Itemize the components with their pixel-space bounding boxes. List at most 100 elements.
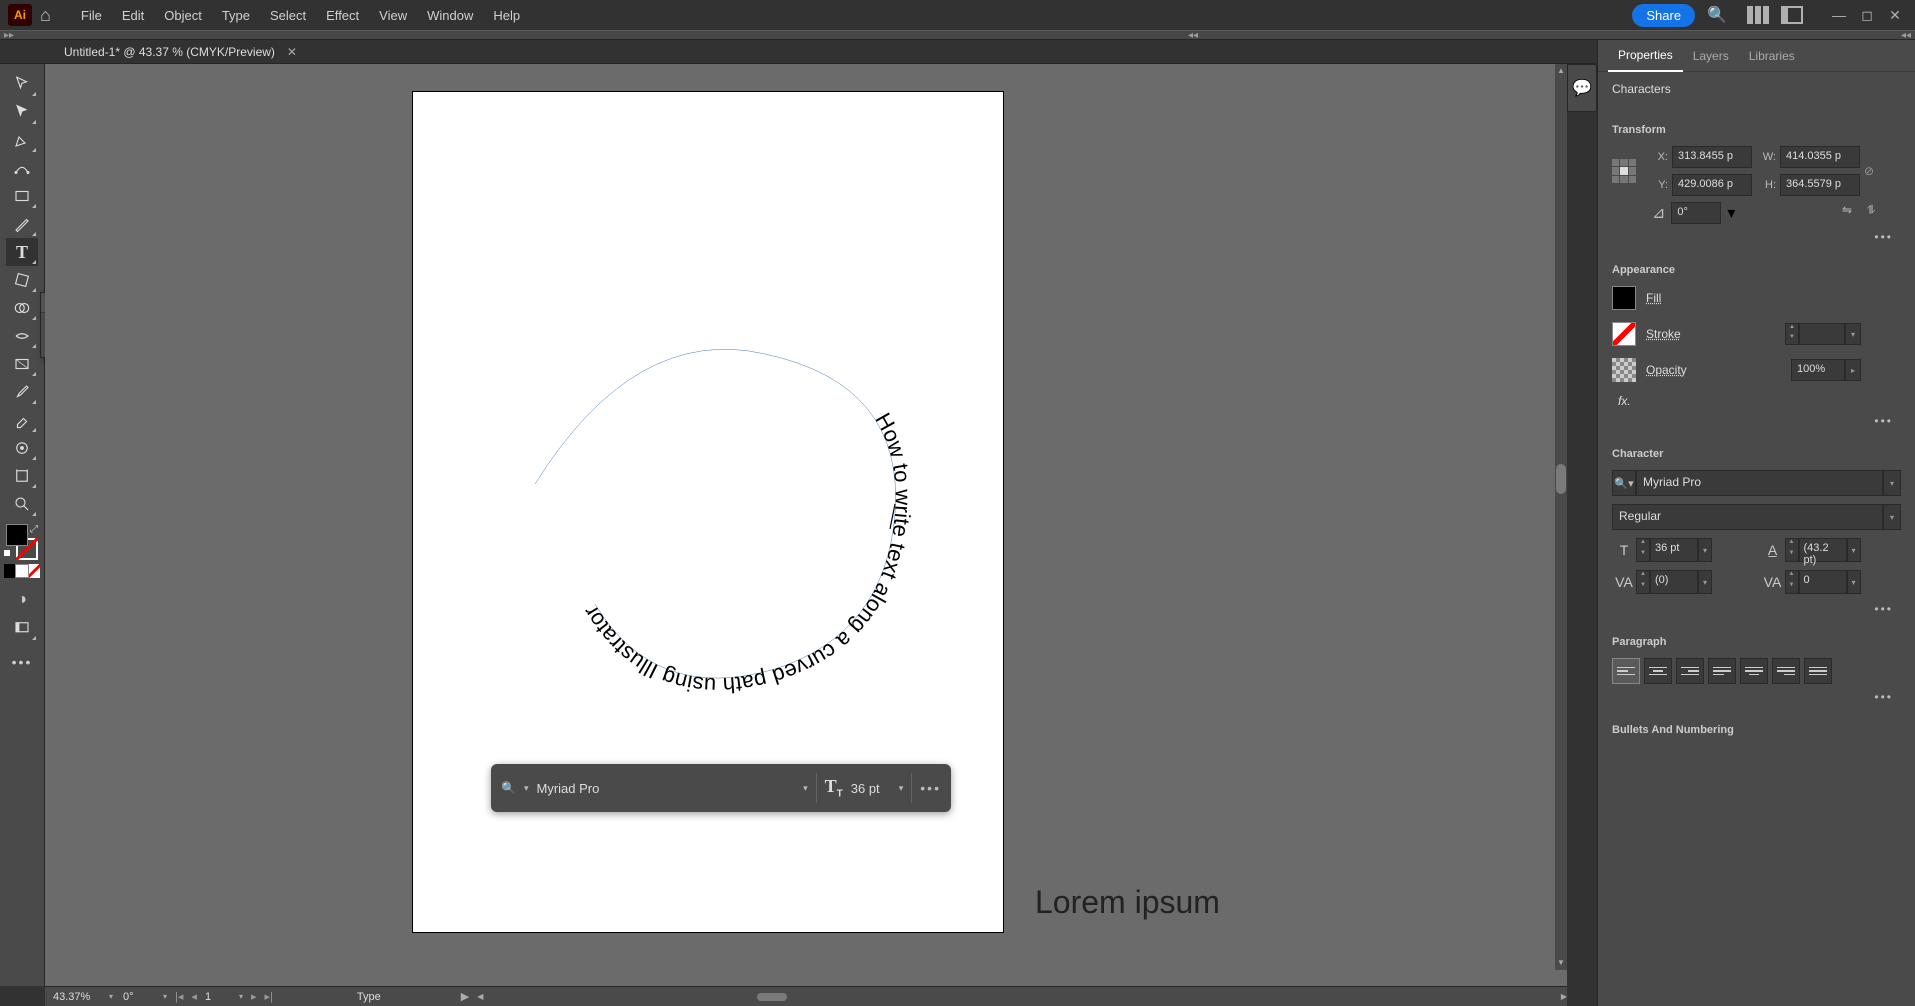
angle-dropdown-icon[interactable]: ▾ [1727, 203, 1735, 223]
h-field[interactable]: 364.5579 p [1780, 174, 1860, 196]
char-size-dropdown-icon[interactable]: ▾ [1698, 538, 1712, 562]
char-size-field[interactable]: 36 pt [1650, 538, 1698, 562]
opacity-label[interactable]: Opacity [1646, 363, 1687, 377]
stroke-weight-field[interactable] [1799, 323, 1845, 345]
font-size-dropdown-icon[interactable]: ▾ [899, 783, 904, 794]
gradient-tool[interactable] [6, 350, 38, 378]
char-font-search-icon[interactable]: 🔍▾ [1612, 470, 1636, 496]
paragraph-more-icon[interactable]: ••• [1612, 690, 1901, 704]
menu-type[interactable]: Type [212, 4, 260, 27]
tab-layers[interactable]: Layers [1683, 41, 1739, 71]
search-icon[interactable]: 🔍 [1707, 5, 1727, 25]
opacity-swatch[interactable] [1612, 358, 1636, 382]
appearance-more-icon[interactable]: ••• [1612, 414, 1901, 428]
text-on-path-object[interactable]: How to write text along a curved path us… [515, 314, 935, 714]
font-size-field[interactable]: 36 pt [851, 781, 891, 796]
angle-field[interactable]: 0° [1671, 202, 1721, 224]
menu-object[interactable]: Object [154, 4, 212, 27]
scroll-left-icon[interactable]: ◀ [477, 992, 483, 1001]
leading-field[interactable]: (43.2 pt) [1799, 538, 1847, 562]
close-tab-icon[interactable]: ✕ [287, 45, 297, 59]
rotate-tool[interactable] [6, 266, 38, 294]
paintbrush-tool[interactable] [6, 210, 38, 238]
transform-more-icon[interactable]: ••• [1612, 230, 1901, 244]
menu-edit[interactable]: Edit [112, 4, 154, 27]
fill-swatch[interactable] [6, 524, 28, 546]
prev-artboard-icon[interactable]: ◂ [187, 990, 201, 1003]
pen-tool[interactable] [6, 126, 38, 154]
scroll-right-icon[interactable]: ▶ [1561, 992, 1567, 1001]
width-tool[interactable] [6, 322, 38, 350]
scroll-down-icon[interactable]: ▼ [1555, 956, 1567, 970]
kerning-field[interactable]: (0) [1650, 570, 1698, 594]
opacity-dropdown-icon[interactable]: ▸ [1845, 359, 1861, 381]
eyedropper-tool[interactable] [6, 378, 38, 406]
menu-file[interactable]: File [71, 4, 112, 27]
more-options-icon[interactable]: ••• [920, 780, 941, 796]
tab-libraries[interactable]: Libraries [1739, 41, 1805, 71]
y-field[interactable]: 429.0086 p [1672, 174, 1752, 196]
close-button[interactable]: ✕ [1883, 7, 1907, 24]
rotation-dropdown-icon[interactable]: ▾ [159, 992, 171, 1001]
home-icon[interactable]: ⌂ [40, 5, 51, 26]
stroke-weight-stepper[interactable]: ▲▼ [1785, 323, 1799, 345]
artboard-tool[interactable] [6, 462, 38, 490]
kerning-dropdown-icon[interactable]: ▾ [1698, 570, 1712, 594]
document-tab[interactable]: Untitled-1* @ 43.37 % (CMYK/Preview) ✕ [54, 41, 307, 63]
stroke-label[interactable]: Stroke [1646, 327, 1681, 341]
font-size-stepper[interactable]: ▲▼ [1636, 538, 1650, 562]
align-center-button[interactable] [1644, 658, 1672, 684]
color-swatch[interactable] [4, 564, 15, 578]
font-filter-dropdown-icon[interactable]: ▾ [524, 783, 529, 794]
shape-builder-tool[interactable] [6, 294, 38, 322]
swap-fill-stroke-icon[interactable]: ⤢ [30, 524, 38, 535]
maximize-button[interactable]: ◻ [1855, 7, 1879, 24]
vertical-scrollbar[interactable]: ▲ ▼ [1555, 64, 1567, 970]
menu-view[interactable]: View [369, 4, 417, 27]
menu-effect[interactable]: Effect [316, 4, 369, 27]
char-style-dropdown-icon[interactable]: ▾ [1883, 504, 1901, 530]
tracking-dropdown-icon[interactable]: ▾ [1847, 570, 1861, 594]
default-fill-stroke-icon[interactable] [4, 550, 14, 560]
artboard-number[interactable]: 1 [201, 991, 235, 1003]
w-field[interactable]: 414.0355 p [1780, 146, 1860, 168]
zoom-level[interactable]: 43.37% [45, 991, 105, 1003]
font-family-dropdown-icon[interactable]: ▾ [803, 783, 808, 794]
stroke-weight-dropdown-icon[interactable]: ▾ [1845, 323, 1861, 345]
zoom-tool[interactable] [6, 490, 38, 518]
direct-selection-tool[interactable] [6, 98, 38, 126]
tracking-stepper[interactable]: ▲▼ [1785, 570, 1799, 594]
next-artboard-icon[interactable]: ▸ [247, 990, 261, 1003]
curvature-tool[interactable] [6, 154, 38, 182]
char-font-field[interactable]: Myriad Pro [1636, 470, 1883, 496]
tab-properties[interactable]: Properties [1608, 40, 1683, 72]
workspace-switcher-icon[interactable] [1781, 6, 1803, 24]
canvas[interactable]: How to write text along a curved path us… [45, 64, 1567, 986]
justify-center-button[interactable] [1740, 658, 1768, 684]
flip-horizontal-icon[interactable]: ⇋ [1837, 203, 1857, 223]
lorem-text-object[interactable]: Lorem ipsum [1035, 884, 1220, 921]
artboard-dropdown-icon[interactable]: ▾ [235, 992, 247, 1001]
play-icon[interactable]: ▶ [381, 990, 469, 1003]
align-left-button[interactable] [1612, 658, 1640, 684]
justify-left-button[interactable] [1708, 658, 1736, 684]
collapse-center-icon[interactable]: ◂◂ [1188, 30, 1198, 41]
tracking-field[interactable]: 0 [1799, 570, 1847, 594]
gradient-swatch[interactable] [15, 564, 28, 578]
link-wh-icon[interactable]: ⊘ [1864, 164, 1884, 178]
justify-right-button[interactable] [1772, 658, 1800, 684]
x-field[interactable]: 313.8455 p [1672, 146, 1752, 168]
leading-stepper[interactable]: ▲▼ [1785, 538, 1799, 562]
horizontal-scrollbar[interactable]: ◀ ▶ [477, 992, 1567, 1002]
rotation-value[interactable]: 0° [117, 991, 159, 1003]
scroll-up-icon[interactable]: ▲ [1555, 64, 1567, 78]
menu-help[interactable]: Help [483, 4, 530, 27]
justify-all-button[interactable] [1804, 658, 1832, 684]
arrange-documents-icon[interactable] [1747, 6, 1769, 24]
hscroll-thumb[interactable] [757, 993, 787, 1001]
rectangle-tool[interactable] [6, 182, 38, 210]
flip-vertical-icon[interactable]: ⥮ [1861, 203, 1881, 223]
menu-window[interactable]: Window [417, 4, 483, 27]
none-swatch[interactable] [29, 564, 40, 578]
align-right-button[interactable] [1676, 658, 1704, 684]
